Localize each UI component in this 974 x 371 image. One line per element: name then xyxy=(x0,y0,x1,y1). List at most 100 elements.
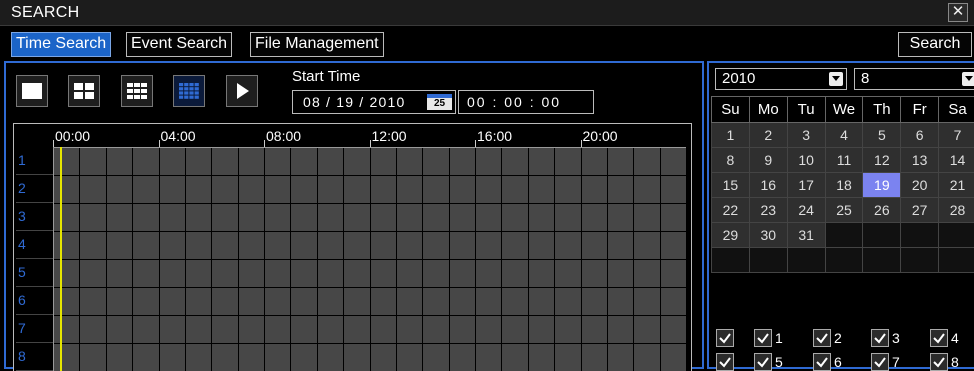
grid-cell[interactable] xyxy=(80,260,107,288)
grid-cell[interactable] xyxy=(581,288,608,316)
grid-cell[interactable] xyxy=(449,148,476,176)
grid-cell[interactable] xyxy=(660,232,687,260)
grid-cell[interactable] xyxy=(159,344,186,371)
grid-cell[interactable] xyxy=(634,204,661,232)
grid-cell[interactable] xyxy=(238,204,265,232)
grid-cell[interactable] xyxy=(133,148,160,176)
grid-cell[interactable] xyxy=(238,288,265,316)
grid-cell[interactable] xyxy=(80,288,107,316)
grid-cell[interactable] xyxy=(212,176,239,204)
grid-cell[interactable] xyxy=(607,204,635,232)
grid-cell[interactable] xyxy=(54,148,81,176)
grid-cell[interactable] xyxy=(159,232,186,260)
channel-check-5[interactable]: 5 xyxy=(754,352,783,371)
calendar-day[interactable]: 26 xyxy=(862,197,902,223)
grid-cell[interactable] xyxy=(238,260,265,288)
grid-cell[interactable] xyxy=(581,176,608,204)
grid-cell[interactable] xyxy=(660,148,687,176)
grid-cell[interactable] xyxy=(185,316,213,344)
grid-cell[interactable] xyxy=(607,260,635,288)
checkmark-icon[interactable] xyxy=(930,329,948,348)
grid-cell[interactable] xyxy=(344,176,371,204)
grid-cell[interactable] xyxy=(133,260,160,288)
channel-row[interactable] xyxy=(54,204,687,232)
grid-cell[interactable] xyxy=(396,260,424,288)
grid-cell[interactable] xyxy=(159,176,186,204)
search-button[interactable]: Search xyxy=(898,32,972,57)
grid-cell[interactable] xyxy=(449,232,476,260)
check-all-row-1[interactable] xyxy=(716,328,734,348)
quad-view-button[interactable] xyxy=(68,75,100,107)
check-all-row-2[interactable] xyxy=(716,352,734,371)
grid-cell[interactable] xyxy=(238,316,265,344)
channel-check-6[interactable]: 6 xyxy=(813,352,842,371)
calendar-day[interactable]: 31 xyxy=(786,222,826,248)
grid-cell[interactable] xyxy=(607,176,635,204)
grid-cell[interactable] xyxy=(502,344,529,371)
grid-cell[interactable] xyxy=(370,288,397,316)
grid-cell[interactable] xyxy=(238,176,265,204)
grid-cell[interactable] xyxy=(396,204,424,232)
grid-cell[interactable] xyxy=(317,344,345,371)
grid-cell[interactable] xyxy=(370,232,397,260)
grid-cell[interactable] xyxy=(54,288,81,316)
grid-cell[interactable] xyxy=(528,148,556,176)
calendar-day[interactable]: 6 xyxy=(900,122,940,148)
grid-cell[interactable] xyxy=(212,316,239,344)
grid-cell[interactable] xyxy=(634,260,661,288)
grid-cell[interactable] xyxy=(607,344,635,371)
grid-cell[interactable] xyxy=(317,288,345,316)
calendar-day[interactable]: 21 xyxy=(938,172,974,198)
grid-cell[interactable] xyxy=(185,344,213,371)
channel-check-4[interactable]: 4 xyxy=(930,328,959,348)
grid-cell[interactable] xyxy=(291,204,318,232)
grid-cell[interactable] xyxy=(634,148,661,176)
grid-cell[interactable] xyxy=(607,316,635,344)
calendar-day[interactable]: 13 xyxy=(900,147,940,173)
grid-cell[interactable] xyxy=(555,260,582,288)
channel-row[interactable] xyxy=(54,148,687,176)
grid-cell[interactable] xyxy=(423,232,450,260)
grid-cell[interactable] xyxy=(370,176,397,204)
grid-cell[interactable] xyxy=(476,204,503,232)
grid-cell[interactable] xyxy=(449,288,476,316)
calendar-day[interactable]: 3 xyxy=(786,122,826,148)
tab-time-search[interactable]: Time Search xyxy=(11,32,112,57)
grid-cell[interactable] xyxy=(106,232,134,260)
grid-cell[interactable] xyxy=(423,204,450,232)
grid-cell[interactable] xyxy=(634,232,661,260)
grid-cell[interactable] xyxy=(185,232,213,260)
calendar-day-selected[interactable]: 19 xyxy=(862,172,902,198)
grid-cell[interactable] xyxy=(344,288,371,316)
grid-cell[interactable] xyxy=(634,316,661,344)
grid-cell[interactable] xyxy=(581,232,608,260)
grid-cell[interactable] xyxy=(317,260,345,288)
calendar-day[interactable]: 22 xyxy=(711,197,750,223)
grid-cell[interactable] xyxy=(291,260,318,288)
grid-cell[interactable] xyxy=(555,204,582,232)
grid-cell[interactable] xyxy=(555,344,582,371)
record-grid[interactable] xyxy=(53,147,687,371)
calendar-icon[interactable]: 25 xyxy=(427,94,452,110)
grid-cell[interactable] xyxy=(291,232,318,260)
grid-cell[interactable] xyxy=(344,232,371,260)
tab-event-search[interactable]: Event Search xyxy=(126,32,233,57)
grid-cell[interactable] xyxy=(159,148,186,176)
channel-row[interactable] xyxy=(54,344,687,371)
grid-cell[interactable] xyxy=(555,316,582,344)
grid-cell[interactable] xyxy=(449,316,476,344)
grid-cell[interactable] xyxy=(476,176,503,204)
checkmark-icon[interactable] xyxy=(871,329,889,348)
single-view-button[interactable] xyxy=(16,75,48,107)
calendar-day[interactable]: 20 xyxy=(900,172,940,198)
start-time-field[interactable]: 00 : 00 : 00 xyxy=(458,90,594,114)
grid-cell[interactable] xyxy=(159,260,186,288)
grid-cell[interactable] xyxy=(396,148,424,176)
grid-cell[interactable] xyxy=(528,316,556,344)
grid-cell[interactable] xyxy=(634,288,661,316)
channel-check-8[interactable]: 8 xyxy=(930,352,959,371)
calendar-day[interactable]: 5 xyxy=(862,122,902,148)
calendar-day[interactable]: 2 xyxy=(748,122,788,148)
grid-cell[interactable] xyxy=(317,232,345,260)
grid-cell[interactable] xyxy=(265,232,292,260)
